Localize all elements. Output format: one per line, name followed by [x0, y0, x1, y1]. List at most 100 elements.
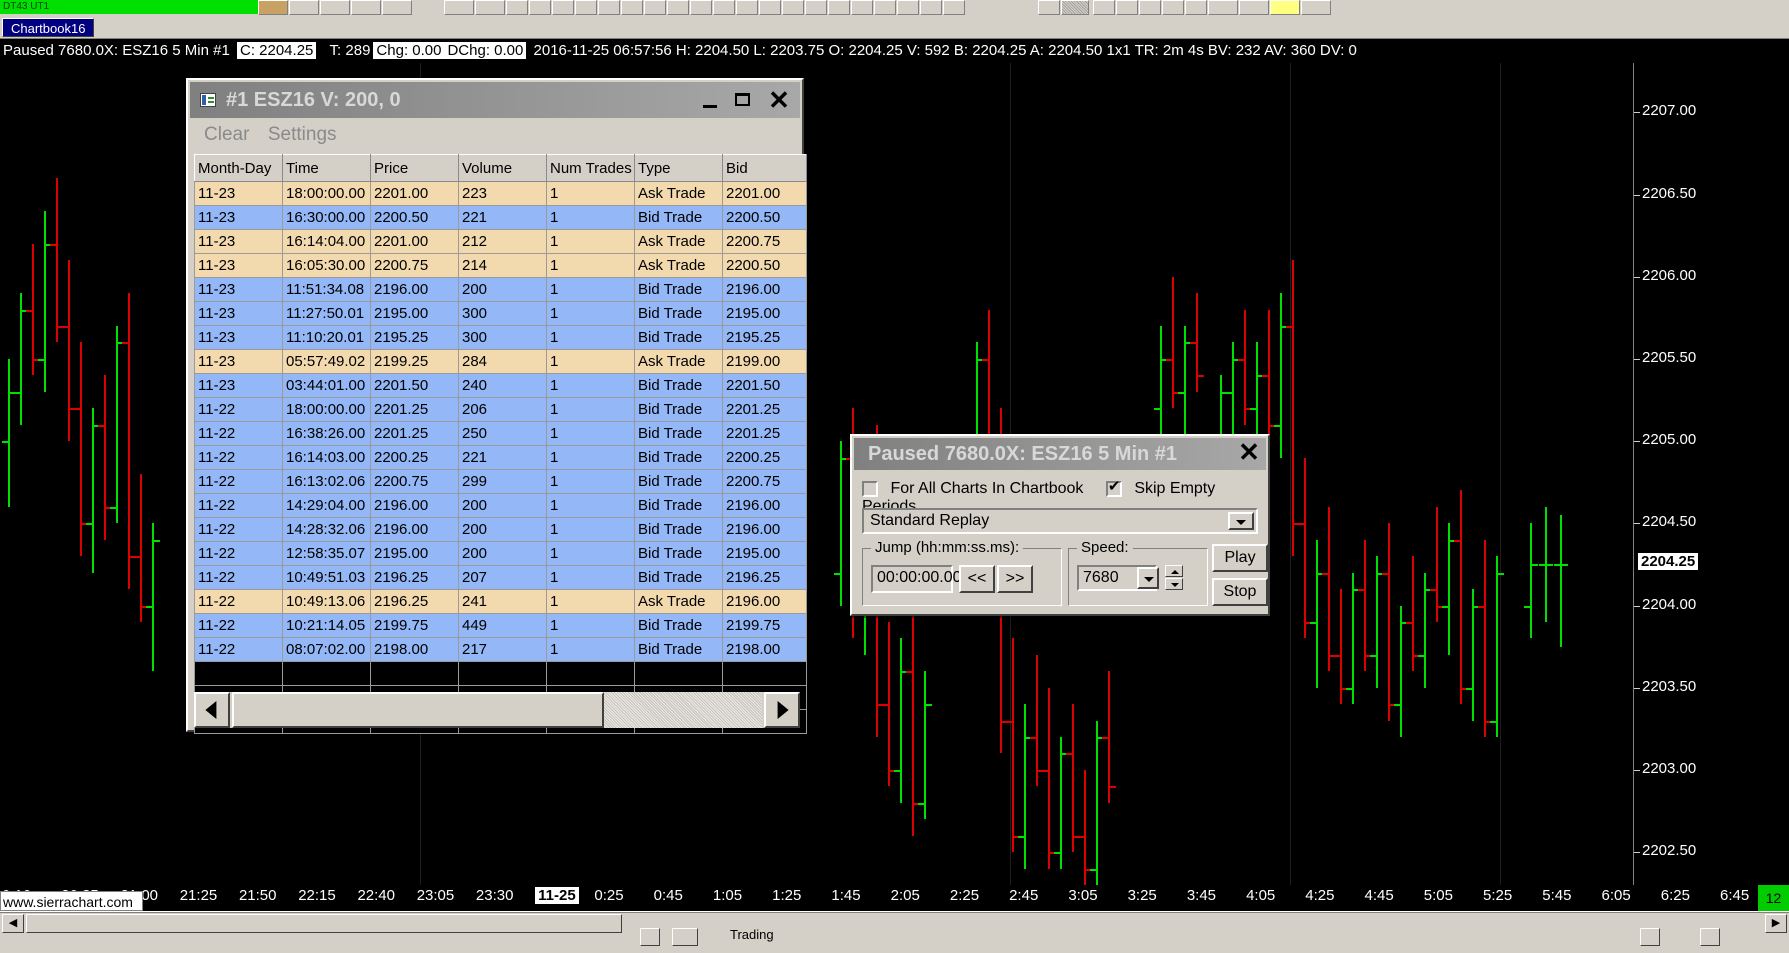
chartbook-tab[interactable]: Chartbook16 [2, 18, 94, 37]
column-header-price[interactable]: Price [371, 155, 459, 182]
speed-spinner-up[interactable] [1165, 565, 1183, 577]
table-row[interactable]: 11-2214:29:04.002196.002001Bid Trade2196… [195, 494, 807, 518]
table-row[interactable]: 11-2311:10:20.012195.253001Bid Trade2195… [195, 326, 807, 350]
toolbar-button-10[interactable] [552, 0, 574, 15]
maximize-button[interactable] [728, 86, 758, 114]
scrollbar-thumb[interactable] [232, 692, 604, 728]
jump-time-input[interactable]: 00:00:00.000 [871, 565, 953, 593]
toolbar-button-23[interactable] [851, 0, 873, 15]
toolbar-button-32[interactable] [1139, 0, 1161, 15]
toolbar-button-4[interactable] [351, 0, 381, 15]
column-header-month-day[interactable]: Month-Day [195, 155, 283, 182]
toolbar-button-16[interactable] [690, 0, 712, 15]
bottom-icon-1[interactable] [640, 928, 660, 946]
table-row[interactable]: 11-2316:14:04.002201.002121Ask Trade2200… [195, 230, 807, 254]
toolbar-button-21[interactable] [805, 0, 827, 15]
table-row[interactable]: 11-2318:00:00.002201.002231Ask Trade2201… [195, 182, 807, 206]
table-row[interactable]: 11-2303:44:01.002201.502401Bid Trade2201… [195, 374, 807, 398]
bottom-icon-3[interactable] [1640, 928, 1660, 946]
toolbar-button-27[interactable] [943, 0, 965, 15]
table-row[interactable]: 11-2311:51:34.082196.002001Bid Trade2196… [195, 278, 807, 302]
table-row[interactable]: 11-2216:14:03.002200.252211Bid Trade2200… [195, 446, 807, 470]
bottom-icon-2[interactable] [672, 928, 698, 946]
column-header-volume[interactable]: Volume [459, 155, 547, 182]
skip-empty-periods-checkbox[interactable] [1106, 481, 1122, 497]
minimize-button[interactable] [696, 86, 726, 114]
toolbar-button-8[interactable] [506, 0, 528, 15]
toolbar-button-33[interactable] [1162, 0, 1184, 15]
stop-button[interactable]: Stop [1212, 578, 1268, 606]
toolbar-button-7[interactable] [475, 0, 505, 15]
toolbar-button-38[interactable] [1301, 0, 1331, 15]
time-axis[interactable]: 0:1020:3521:0021:2521:5022:1522:4023:052… [0, 885, 1758, 911]
table-row[interactable]: 11-2208:07:02.002198.002171Bid Trade2198… [195, 638, 807, 662]
table-row[interactable]: 11-2218:00:00.002201.252061Bid Trade2201… [195, 398, 807, 422]
toolbar-button-30[interactable] [1093, 0, 1115, 15]
toolbar-button-19[interactable] [759, 0, 781, 15]
toolbar-button-37[interactable] [1270, 0, 1300, 15]
table-row[interactable]: 11-2212:58:35.072195.002001Bid Trade2195… [195, 542, 807, 566]
toolbar-button-18[interactable] [736, 0, 758, 15]
toolbar-button-13[interactable] [621, 0, 643, 15]
table-row[interactable]: 11-2316:05:30.002200.752141Ask Trade2200… [195, 254, 807, 278]
toolbar-button-34[interactable] [1185, 0, 1207, 15]
play-button[interactable]: Play [1212, 544, 1268, 572]
toolbar-button-26[interactable] [920, 0, 942, 15]
table-row[interactable]: 11-2305:57:49.022199.252841Ask Trade2199… [195, 350, 807, 374]
replay-titlebar[interactable]: Paused 7680.0X: ESZ16 5 Min #1 [854, 438, 1266, 470]
scrollbar-track[interactable] [232, 692, 762, 728]
arrow-left-icon[interactable]: ◀ [2, 914, 24, 933]
time-and-sales-hscrollbar[interactable] [194, 692, 800, 728]
table-row[interactable]: 11-2216:38:26.002201.252501Bid Trade2201… [195, 422, 807, 446]
toolbar-button-25[interactable] [897, 0, 919, 15]
toolbar-button-9[interactable] [529, 0, 551, 15]
toolbar-button-2[interactable] [289, 0, 319, 15]
toolbar-button-29[interactable] [1061, 0, 1089, 15]
menu-item-settings[interactable]: Settings [268, 120, 337, 150]
jump-back-button[interactable]: << [959, 565, 995, 593]
table-row[interactable]: 11-2210:49:51.032196.252071Bid Trade2196… [195, 566, 807, 590]
jump-forward-button[interactable]: >> [997, 565, 1033, 593]
replay-close-button[interactable]: ✕ [1234, 439, 1264, 467]
replay-control-dialog[interactable]: Paused 7680.0X: ESZ16 5 Min #1 ✕ For All… [850, 434, 1270, 616]
time-and-sales-window[interactable]: #1 ESZ16 V: 200, 0 ✕ Clear Settings Mont… [186, 78, 804, 732]
speed-spinner-down[interactable] [1165, 578, 1183, 590]
arrow-right-icon[interactable]: ▶ [1765, 914, 1787, 933]
chevron-down-icon[interactable] [1228, 512, 1254, 530]
toolbar-button-1[interactable] [258, 0, 288, 15]
toolbar-button-6[interactable] [444, 0, 474, 15]
table-row[interactable]: 11-2311:27:50.012195.003001Bid Trade2195… [195, 302, 807, 326]
bottom-icon-4[interactable] [1700, 928, 1720, 946]
close-button[interactable]: ✕ [764, 86, 794, 114]
table-row[interactable]: 11-2210:49:13.062196.252411Ask Trade2196… [195, 590, 807, 614]
replay-mode-select[interactable]: Standard Replay [862, 508, 1258, 534]
toolbar-button-14[interactable] [644, 0, 666, 15]
toolbar-button-20[interactable] [782, 0, 804, 15]
toolbar-button-24[interactable] [874, 0, 896, 15]
menu-item-clear[interactable]: Clear [204, 120, 249, 150]
table-row[interactable]: 11-2216:13:02.062200.752991Bid Trade2200… [195, 470, 807, 494]
toolbar-button-11[interactable] [575, 0, 597, 15]
column-header-time[interactable]: Time [283, 155, 371, 182]
toolbar-button-31[interactable] [1116, 0, 1138, 15]
toolbar-button-35[interactable] [1208, 0, 1238, 15]
table-row[interactable]: 11-2214:28:32.062196.002001Bid Trade2196… [195, 518, 807, 542]
for-all-charts-checkbox[interactable] [862, 481, 878, 497]
toolbar-button-28[interactable] [1038, 0, 1060, 15]
arrow-left-icon[interactable] [194, 692, 230, 728]
table-row[interactable]: 11-2316:30:00.002200.502211Bid Trade2200… [195, 206, 807, 230]
column-header-num-trades[interactable]: Num Trades [547, 155, 635, 182]
toolbar-button-17[interactable] [713, 0, 735, 15]
toolbar-button-12[interactable] [598, 0, 620, 15]
toolbar-button-15[interactable] [667, 0, 689, 15]
speed-dropdown-arrow[interactable] [1137, 567, 1159, 589]
toolbar-button-22[interactable] [828, 0, 850, 15]
arrow-right-icon[interactable] [764, 692, 800, 728]
price-scale[interactable]: 2207.002206.502206.002205.502205.002204.… [1633, 63, 1756, 885]
toolbar-button-5[interactable] [382, 0, 412, 15]
column-header-type[interactable]: Type [635, 155, 723, 182]
table-header-row[interactable]: Month-DayTimePriceVolumeNum TradesTypeBi… [195, 155, 807, 182]
bottom-scroll-thumb[interactable] [26, 914, 622, 933]
column-header-bid[interactable]: Bid [723, 155, 807, 182]
table-row[interactable]: 11-2210:21:14.052199.754491Bid Trade2199… [195, 614, 807, 638]
